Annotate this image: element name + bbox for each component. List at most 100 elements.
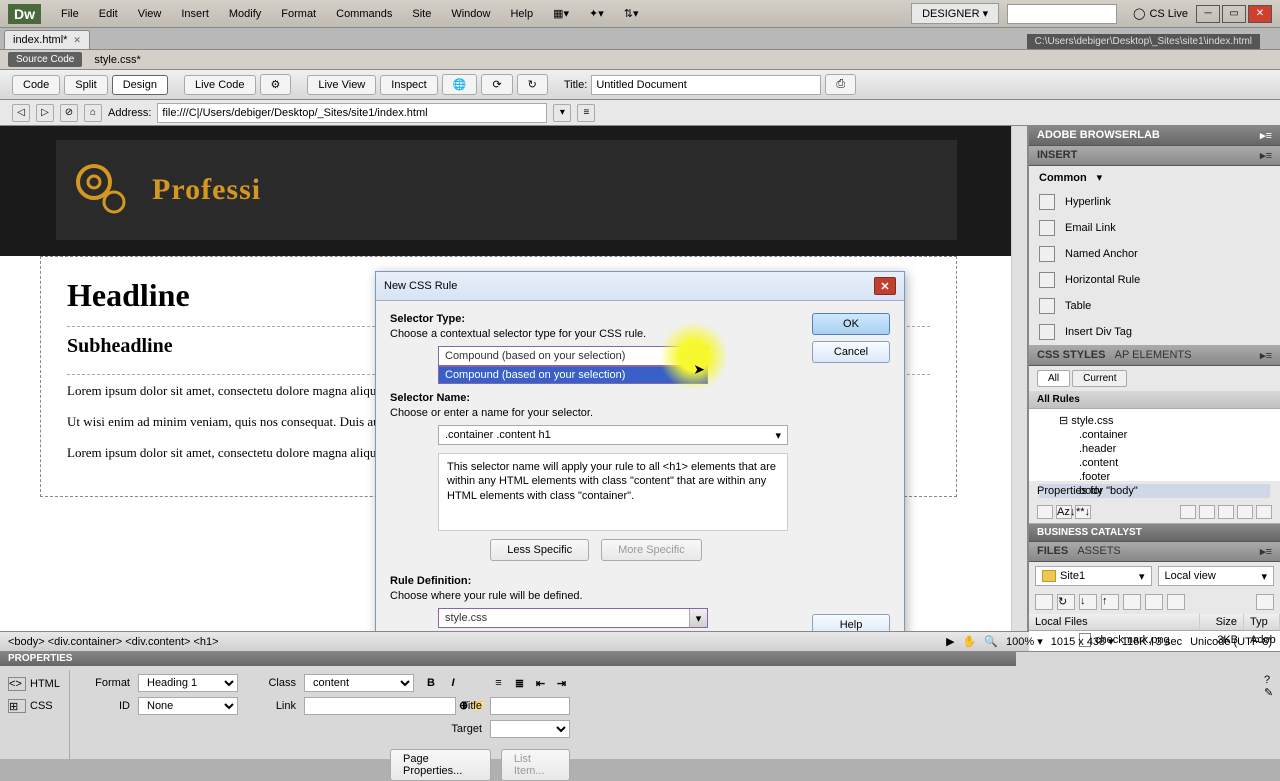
search-input[interactable] xyxy=(1007,4,1117,24)
menu-edit[interactable]: Edit xyxy=(89,4,128,24)
properties-panel-header[interactable]: PROPERTIES xyxy=(0,651,1016,666)
menu-commands[interactable]: Commands xyxy=(326,4,402,24)
workspace-switcher[interactable]: DESIGNER ▾ xyxy=(911,3,999,24)
home-icon[interactable]: ⌂ xyxy=(84,104,102,122)
ul-button[interactable]: ≡ xyxy=(490,675,507,691)
insert-horizontal-rule[interactable]: Horizontal Rule xyxy=(1029,267,1280,293)
ok-button[interactable]: OK xyxy=(812,313,890,335)
delete-rule-icon[interactable] xyxy=(1256,505,1272,519)
selector-type-combo[interactable]: Compound (based on your selection) ▾ Com… xyxy=(438,346,708,366)
more-specific-button[interactable]: More Specific xyxy=(601,539,702,561)
chevron-down-icon[interactable]: ▾ xyxy=(775,429,781,442)
vertical-scrollbar[interactable] xyxy=(1011,126,1027,631)
show-set-icon[interactable]: **↓ xyxy=(1075,505,1091,519)
target-select[interactable] xyxy=(490,720,570,738)
menu-help[interactable]: Help xyxy=(500,4,543,24)
bold-button[interactable]: B xyxy=(422,675,440,691)
menu-modify[interactable]: Modify xyxy=(219,4,271,24)
address-options-icon[interactable]: ▾ xyxy=(553,104,571,122)
class-select[interactable]: content xyxy=(304,674,414,692)
stop-icon[interactable]: ⊘ xyxy=(60,104,78,122)
menu-site[interactable]: Site xyxy=(402,4,441,24)
cs-live-button[interactable]: ◯CS Live xyxy=(1133,7,1188,20)
css-all-tab[interactable]: All xyxy=(1037,370,1070,387)
less-specific-button[interactable]: Less Specific xyxy=(490,539,589,561)
title-input[interactable] xyxy=(591,75,821,95)
insert-email-link[interactable]: Email Link xyxy=(1029,215,1280,241)
refresh-design-icon[interactable]: ↻ xyxy=(517,74,548,95)
menu-file[interactable]: File xyxy=(51,4,89,24)
insert-category[interactable]: Common ▾ xyxy=(1029,166,1280,189)
menu-insert[interactable]: Insert xyxy=(171,4,219,24)
combo-option[interactable]: Compound (based on your selection) xyxy=(438,366,708,384)
design-canvas[interactable]: Professi Headline Subheadline Lorem ipsu… xyxy=(0,126,1028,631)
page-properties-button[interactable]: Page Properties... xyxy=(390,749,491,781)
css-rules-tree[interactable]: ⊟ style.css .container .header .content … xyxy=(1029,409,1280,481)
help-icon[interactable]: ? xyxy=(1264,674,1276,686)
files-panel-header[interactable]: FILES ASSETS▸≡ xyxy=(1029,542,1280,562)
browserlab-panel-header[interactable]: ADOBE BROWSERLAB▸≡ xyxy=(1029,126,1280,146)
css-mode-button[interactable]: ⊞CSS xyxy=(4,696,65,716)
live-view-button[interactable]: Live View xyxy=(307,75,376,95)
site-selector[interactable]: Site1▾ xyxy=(1035,566,1152,586)
live-code-options-icon[interactable]: ⚙ xyxy=(260,74,292,95)
back-icon[interactable]: ◁ xyxy=(12,104,30,122)
related-file[interactable]: style.css* xyxy=(94,54,140,66)
sync-icon[interactable] xyxy=(1167,594,1185,610)
list-item-button[interactable]: List Item... xyxy=(501,749,570,781)
checkin-icon[interactable] xyxy=(1145,594,1163,610)
select-tool-icon[interactable]: ▶ xyxy=(946,635,954,648)
insert-div-tag[interactable]: Insert Div Tag xyxy=(1029,319,1280,345)
help-button[interactable]: Help xyxy=(812,614,890,631)
refresh-files-icon[interactable]: ↻ xyxy=(1057,594,1075,610)
file-management-icon[interactable]: ⎙ xyxy=(825,74,856,95)
live-code-button[interactable]: Live Code xyxy=(184,75,256,95)
view-design-button[interactable]: Design xyxy=(112,75,168,95)
sync-icon[interactable]: ⇅▾ xyxy=(614,3,649,24)
refresh-icon[interactable]: ⟳ xyxy=(481,74,512,95)
tag-selector[interactable]: <body> <div.container> <div.content> <h1… xyxy=(8,636,219,648)
close-button[interactable]: ✕ xyxy=(1248,5,1272,23)
minimize-button[interactable]: ─ xyxy=(1196,5,1220,23)
extend-icon[interactable]: ✦▾ xyxy=(579,3,614,24)
insert-panel-header[interactable]: INSERT▸≡ xyxy=(1029,146,1280,166)
view-split-button[interactable]: Split xyxy=(64,75,107,95)
quick-tag-icon[interactable]: ✎ xyxy=(1264,686,1276,699)
cancel-button[interactable]: Cancel xyxy=(812,341,890,363)
business-catalyst-header[interactable]: BUSINESS CATALYST xyxy=(1029,524,1280,542)
css-current-tab[interactable]: Current xyxy=(1072,370,1127,387)
source-code-button[interactable]: Source Code xyxy=(8,52,82,67)
attach-stylesheet-icon[interactable] xyxy=(1180,505,1196,519)
view-code-button[interactable]: Code xyxy=(12,75,60,95)
menu-view[interactable]: View xyxy=(128,4,172,24)
address-input[interactable] xyxy=(157,103,547,123)
title-field-input[interactable] xyxy=(490,697,570,715)
files-table-header[interactable]: Local Files Size Typ xyxy=(1029,614,1280,631)
italic-button[interactable]: I xyxy=(444,675,462,691)
browser-nav-icon[interactable]: 🌐 xyxy=(442,74,478,95)
insert-table[interactable]: Table xyxy=(1029,293,1280,319)
menu-format[interactable]: Format xyxy=(271,4,326,24)
show-category-icon[interactable] xyxy=(1037,505,1053,519)
expand-icon[interactable] xyxy=(1256,594,1274,610)
show-list-icon[interactable]: Az↓ xyxy=(1056,505,1072,519)
dialog-close-button[interactable]: ✕ xyxy=(874,277,896,295)
html-mode-button[interactable]: <>HTML xyxy=(4,674,65,694)
inspect-button[interactable]: Inspect xyxy=(380,75,437,95)
document-tab[interactable]: index.html* ✕ xyxy=(4,30,90,49)
zoom-tool-icon[interactable]: 🔍 xyxy=(984,635,998,648)
checkout-icon[interactable] xyxy=(1123,594,1141,610)
hand-tool-icon[interactable]: ✋ xyxy=(963,635,977,648)
css-panel-header[interactable]: CSS STYLES AP ELEMENTS▸≡ xyxy=(1029,346,1280,366)
view-selector[interactable]: Local view▾ xyxy=(1158,566,1275,586)
get-files-icon[interactable]: ↓ xyxy=(1079,594,1097,610)
zoom-level[interactable]: 100% ▾ xyxy=(1006,635,1043,648)
outdent-button[interactable]: ⇤ xyxy=(532,675,549,691)
forward-icon[interactable]: ▷ xyxy=(36,104,54,122)
new-rule-icon[interactable] xyxy=(1199,505,1215,519)
layout-icon[interactable]: ▦▾ xyxy=(543,3,579,24)
edit-rule-icon[interactable] xyxy=(1218,505,1234,519)
put-files-icon[interactable]: ↑ xyxy=(1101,594,1119,610)
window-size[interactable]: 1015 x 438 ▾ xyxy=(1051,635,1114,648)
insert-named-anchor[interactable]: Named Anchor xyxy=(1029,241,1280,267)
